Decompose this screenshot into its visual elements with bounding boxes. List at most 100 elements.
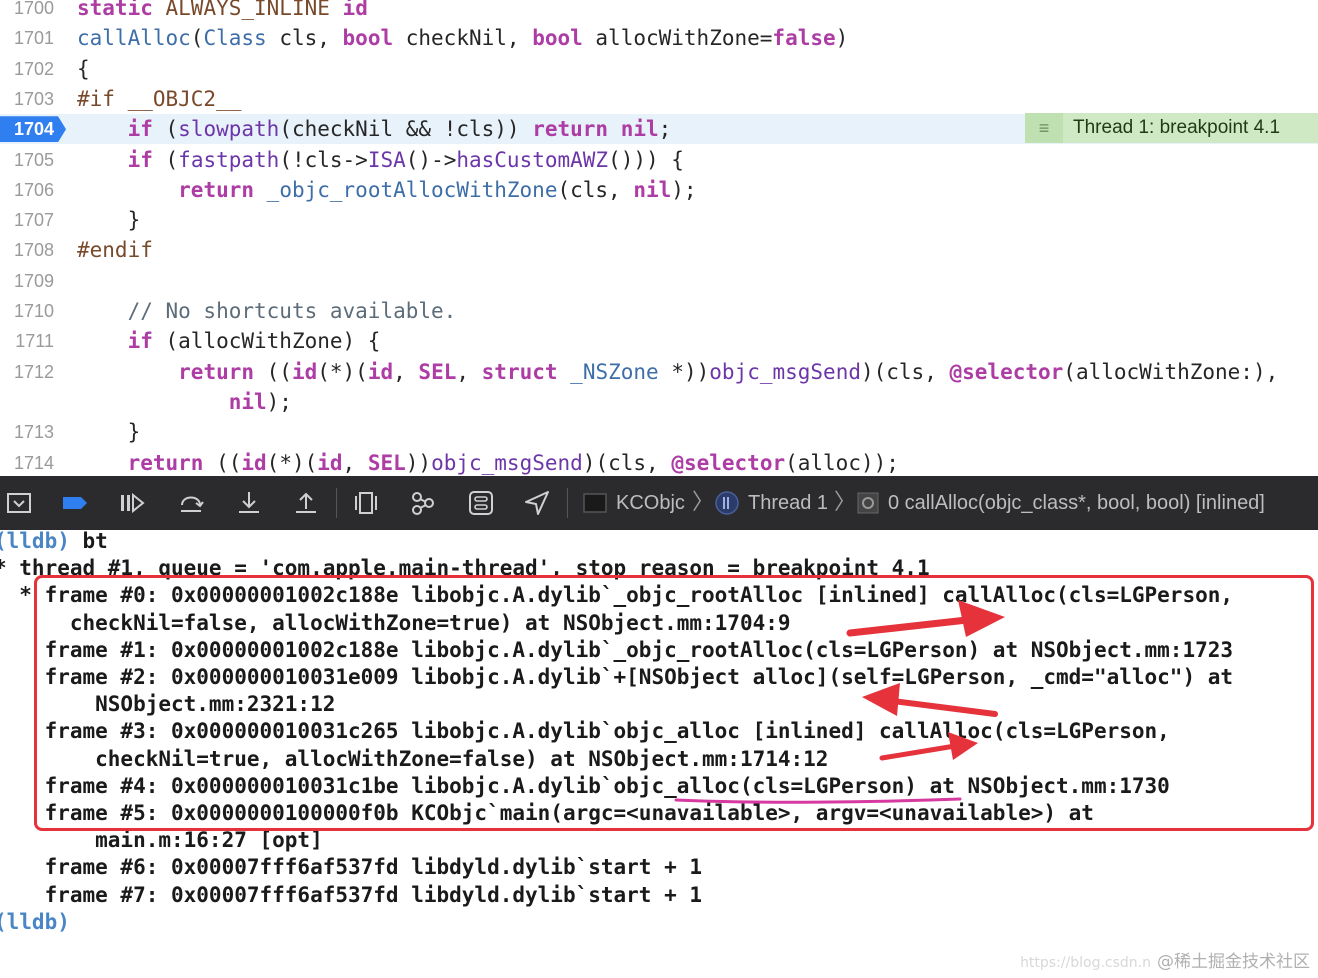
code-line[interactable]: 1708 #endif <box>0 235 1318 265</box>
line-number[interactable]: 1713 <box>0 417 54 447</box>
code-token: nil <box>620 117 659 142</box>
console-text: frame #6: 0x00007fff6af537fd libdyld.dyl… <box>0 855 703 880</box>
view-hierarchy-icon[interactable] <box>351 489 381 517</box>
code-line[interactable]: 1709 <box>0 266 1318 296</box>
line-number[interactable]: 1707 <box>0 205 54 235</box>
code-token: return <box>532 117 609 142</box>
code-text: if (slowpath(checkNil && !cls)) return n… <box>77 114 672 144</box>
line-number[interactable]: 1714 <box>0 448 54 477</box>
code-token: return <box>178 177 255 202</box>
console-text: frame #7: 0x00007fff6af537fd libdyld.dyl… <box>0 882 703 907</box>
breakpoints-toggle-icon[interactable] <box>60 489 90 517</box>
code-token: ( <box>152 147 179 172</box>
line-number[interactable]: 1703 <box>0 84 54 114</box>
code-token: (( <box>254 359 292 384</box>
breakpoint-annotation-label: Thread 1: breakpoint 4.1 <box>1073 117 1281 138</box>
code-token: } <box>77 208 141 233</box>
code-token: checkNil, <box>393 26 533 51</box>
code-token: (( <box>203 450 242 475</box>
code-token: (*)( <box>317 359 368 384</box>
code-token: (*)( <box>266 450 318 475</box>
code-line[interactable]: 1703 #if __OBJC2__ <box>0 84 1318 114</box>
toolbar-separator <box>336 488 337 518</box>
highlight-box <box>34 575 1314 831</box>
code-token: ); <box>266 389 292 414</box>
step-over-icon[interactable] <box>176 489 206 517</box>
step-into-icon[interactable] <box>234 489 264 517</box>
line-number[interactable]: 1701 <box>0 23 54 53</box>
code-token: _NSZone <box>570 359 659 384</box>
code-token: static <box>77 0 153 20</box>
breadcrumb-thread[interactable]: Thread 1 <box>748 489 828 517</box>
console-prompt-line: (lldb) bt <box>0 530 108 555</box>
location-icon[interactable] <box>522 489 552 517</box>
code-text: static ALWAYS_INLINE id <box>77 0 368 23</box>
code-token: if <box>127 329 153 354</box>
hide-console-icon[interactable] <box>4 489 34 517</box>
console-output-line: frame #7: 0x00007fff6af537fd libdyld.dyl… <box>0 882 702 909</box>
code-line[interactable]: 1700 static ALWAYS_INLINE id <box>0 0 1318 23</box>
code-line[interactable]: 1712 return ((id(*)(id, SEL, struct _NSZ… <box>0 357 1318 387</box>
thread-icon <box>712 489 742 517</box>
code-token: ISA <box>367 147 406 172</box>
breakpoint-annotation: ≡ Thread 1: breakpoint 4.1 <box>1025 113 1318 143</box>
code-token: objc_msgSend <box>709 359 861 384</box>
annotation-lines-icon: ≡ <box>1025 113 1063 143</box>
code-token: callAlloc <box>77 26 191 51</box>
memory-graph-icon[interactable] <box>408 489 438 517</box>
code-token: false <box>772 26 836 51</box>
code-text: } <box>77 205 141 235</box>
watermark-site: @稀土掘金技术社区 <box>1157 952 1310 972</box>
environment-overrides-icon[interactable] <box>466 489 496 517</box>
code-text: #if __OBJC2__ <box>77 84 241 114</box>
code-token: id <box>342 0 368 20</box>
breadcrumb-target[interactable]: KCObjc <box>616 489 685 517</box>
code-line[interactable]: 1701 callAlloc(Class cls, bool checkNil, … <box>0 23 1318 53</box>
line-number[interactable]: 1708 <box>0 235 54 265</box>
line-number[interactable]: 1705 <box>0 145 54 175</box>
code-token: ) <box>835 26 849 51</box>
line-number[interactable]: 1706 <box>0 175 54 205</box>
code-line[interactable]: 1702 { <box>0 54 1318 84</box>
code-token: #endif <box>77 238 153 263</box>
console-prompt-line: (lldb) <box>0 909 70 936</box>
code-token: _objc_rootAllocWithZone <box>266 177 558 202</box>
line-number[interactable]: 1704 <box>0 114 54 144</box>
code-line[interactable]: 1713 } <box>0 417 1318 447</box>
code-token: fastpath <box>178 147 280 172</box>
code-line[interactable]: 1706 return _objc_rootAllocWithZone(cls,… <box>0 175 1318 205</box>
code-line[interactable]: 1714 return ((id(*)(id, SEL))objc_msgSen… <box>0 448 1318 477</box>
line-number[interactable]: 1711 <box>0 326 54 356</box>
line-number[interactable]: 1709 <box>0 266 54 296</box>
breadcrumb-frame[interactable]: 0 callAlloc(objc_class*, bool, bool) [in… <box>888 489 1265 517</box>
code-token: bool <box>342 26 394 51</box>
line-number[interactable]: 1712 <box>0 357 54 387</box>
code-token: } <box>77 420 141 445</box>
code-line[interactable]: 1705 if (fastpath(!cls->ISA()->hasCustom… <box>0 145 1318 175</box>
code-text: callAlloc(Class cls, bool checkNil, bool… <box>77 23 848 53</box>
code-editor[interactable]: 1700 static ALWAYS_INLINE id 1701 callAlloc… <box>0 0 1318 476</box>
line-number[interactable]: 1710 <box>0 296 54 326</box>
code-line[interactable]: nil); <box>0 387 1318 417</box>
continue-icon[interactable] <box>117 489 147 517</box>
code-token: slowpath <box>178 117 280 142</box>
line-number[interactable]: 1702 <box>0 54 54 84</box>
code-line[interactable]: 1710 // No shortcuts available. <box>0 296 1318 326</box>
code-token: (checkNil && !cls)) <box>279 117 533 142</box>
watermark: https://blog.csdn.n @稀土掘金技术社区 <box>1020 947 1310 972</box>
code-token: (alloc)); <box>785 450 899 475</box>
step-out-icon[interactable] <box>291 489 321 517</box>
code-token: ; <box>658 117 672 142</box>
line-number[interactable]: 1700 <box>0 0 54 23</box>
code-line[interactable]: 1707 } <box>0 205 1318 235</box>
code-text: return ((id(*)(id, SEL, struct _NSZone *… <box>77 357 1278 387</box>
code-token: if <box>127 117 153 142</box>
code-line[interactable]: 1711 if (allocWithZone) { <box>0 326 1318 356</box>
